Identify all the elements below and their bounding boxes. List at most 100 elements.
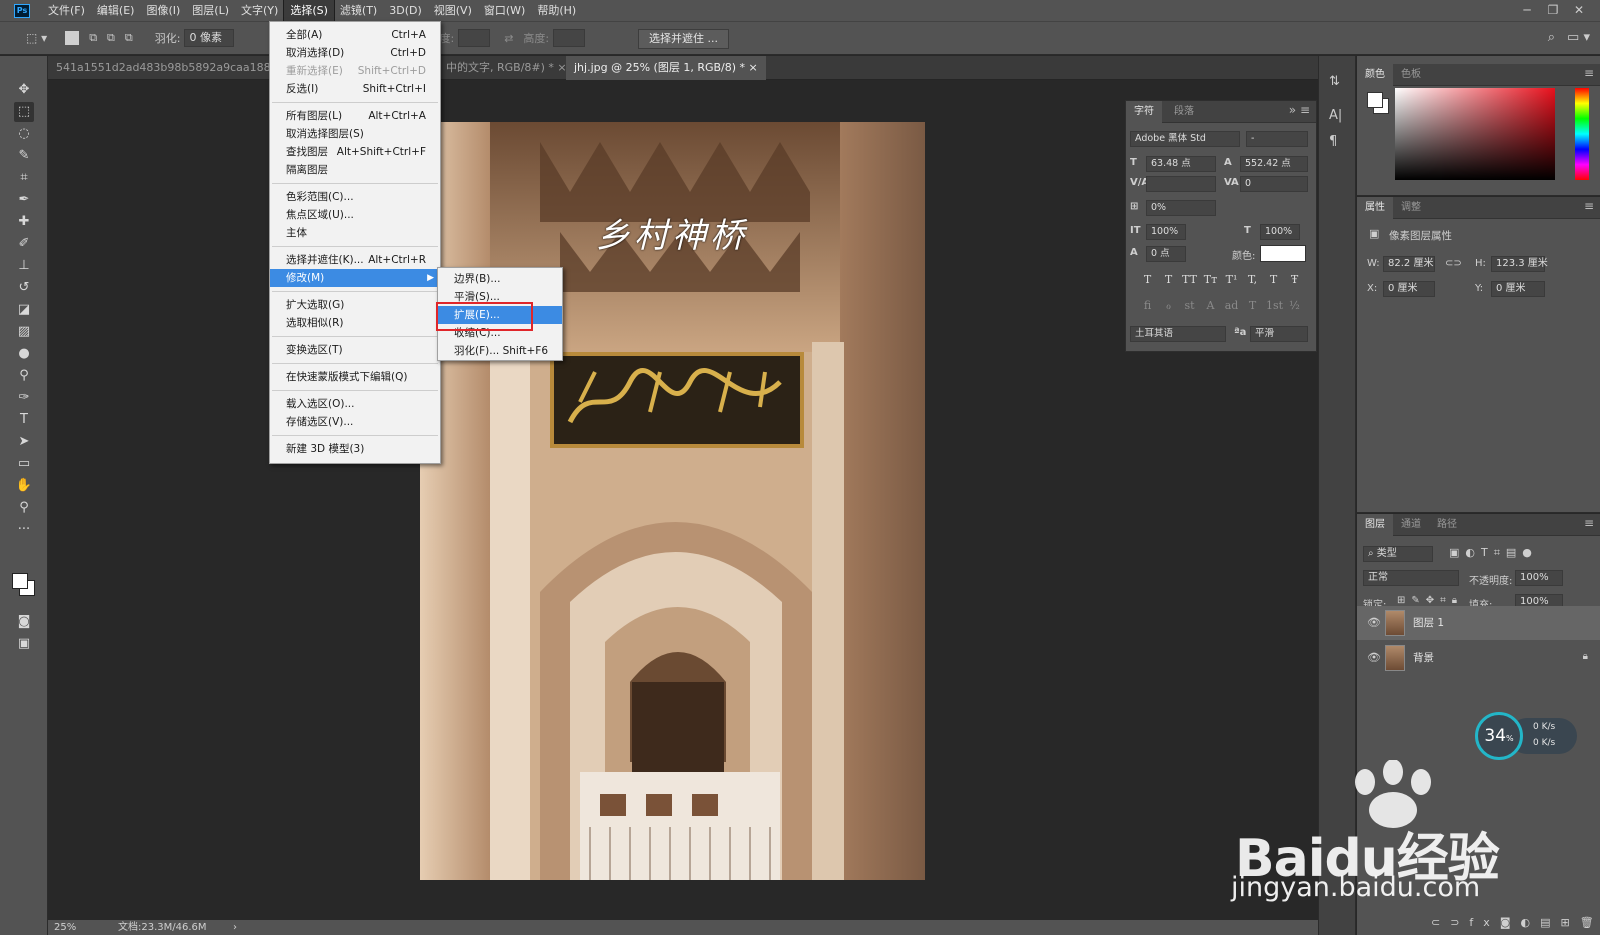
- modify-submenu-item[interactable]: 边界(B)...: [438, 270, 562, 288]
- marquee-tool-icon[interactable]: ⬚: [14, 102, 34, 122]
- y-field[interactable]: 0 厘米: [1491, 281, 1545, 297]
- tab-properties[interactable]: 属性: [1357, 197, 1393, 219]
- blend-mode-select[interactable]: 正常: [1363, 570, 1459, 586]
- panel-menu-icon[interactable]: » ≡: [1289, 103, 1310, 117]
- foreground-color-swatch[interactable]: [12, 573, 28, 589]
- swap-icon[interactable]: ⇄: [504, 32, 513, 45]
- layer-row-layer1[interactable]: 👁︎ 图层 1: [1357, 606, 1600, 640]
- properties-menu-icon[interactable]: ≡: [1584, 199, 1594, 213]
- tab-color[interactable]: 颜色: [1357, 64, 1393, 86]
- select-menu-item[interactable]: 选取相似(R): [270, 314, 440, 332]
- select-menu-item[interactable]: 修改(M) ▶: [270, 269, 440, 287]
- language-select[interactable]: 土耳其语: [1130, 326, 1226, 342]
- color-picker-field[interactable]: [1395, 88, 1555, 180]
- menu-item-4[interactable]: 文字(Y): [235, 0, 284, 21]
- text-format-button[interactable]: Tт: [1203, 273, 1218, 286]
- link-icon[interactable]: ⊂⊃: [1445, 258, 1462, 269]
- add-selection-icon[interactable]: ⧉: [89, 31, 97, 45]
- dodge-tool-icon[interactable]: ⚲: [14, 366, 34, 386]
- opentype-button[interactable]: ℴ: [1161, 299, 1176, 312]
- menu-item-1[interactable]: 编辑(E): [91, 0, 141, 21]
- horizontal-scale-input[interactable]: 100%: [1260, 224, 1300, 240]
- new-selection-icon[interactable]: [65, 31, 80, 45]
- font-family-select[interactable]: Adobe 黑体 Std: [1130, 131, 1240, 147]
- subtract-selection-icon[interactable]: ⧉: [107, 31, 115, 45]
- text-format-button[interactable]: T¹: [1224, 273, 1239, 286]
- font-style-select[interactable]: -: [1246, 131, 1308, 147]
- layer-filter-icons[interactable]: ▣◐T⌗▤●: [1449, 546, 1538, 560]
- more-tools-icon[interactable]: ···: [14, 520, 34, 540]
- menu-item-2[interactable]: 图像(I): [140, 0, 186, 21]
- text-format-button[interactable]: T: [1140, 273, 1155, 286]
- brush-tool-icon[interactable]: ✐: [14, 234, 34, 254]
- text-format-button[interactable]: Ŧ: [1287, 273, 1302, 286]
- lasso-tool-icon[interactable]: ◌: [14, 124, 34, 144]
- select-menu-item[interactable]: 主体: [270, 224, 440, 242]
- layer-row-background[interactable]: 👁︎ 背景 🔒︎: [1357, 641, 1600, 675]
- width-field[interactable]: 82.2 厘米: [1383, 256, 1435, 272]
- select-menu-item[interactable]: 在快速蒙版模式下编辑(Q): [270, 368, 440, 386]
- antialias-select[interactable]: 平滑: [1250, 326, 1308, 342]
- screen-mode-icon[interactable]: ▣: [14, 634, 34, 654]
- select-menu-item[interactable]: 重新选择(E) Shift+Ctrl+D: [270, 62, 440, 80]
- select-menu-item[interactable]: 反选(I) Shift+Ctrl+I: [270, 80, 440, 98]
- quick-mask-icon[interactable]: ◙: [14, 612, 34, 632]
- select-menu-item[interactable]: 色彩范围(C)...: [270, 188, 440, 206]
- tab-layers[interactable]: 图层: [1357, 514, 1393, 536]
- visibility-eye-icon[interactable]: 👁︎: [1367, 651, 1381, 664]
- tab-channels[interactable]: 通道: [1393, 514, 1429, 536]
- select-menu-item[interactable]: 存储选区(V)...: [270, 413, 440, 431]
- tab-text-document[interactable]: 中的文字, RGB/8#) * ×: [438, 56, 575, 80]
- healing-tool-icon[interactable]: ✚: [14, 212, 34, 232]
- close-icon[interactable]: ✕: [1566, 0, 1592, 21]
- text-format-button[interactable]: T,: [1245, 273, 1260, 286]
- select-menu-item[interactable]: 新建 3D 模型(3): [270, 440, 440, 458]
- tab-character[interactable]: 字符: [1126, 101, 1162, 123]
- opentype-button[interactable]: A: [1203, 299, 1218, 312]
- quick-select-tool-icon[interactable]: ✎: [14, 146, 34, 166]
- pen-tool-icon[interactable]: ✑: [14, 388, 34, 408]
- opentype-button[interactable]: fi: [1140, 299, 1155, 312]
- leading-input[interactable]: 552.42 点: [1240, 156, 1308, 172]
- select-and-mask-button[interactable]: 选择并遮住 ...: [638, 29, 729, 49]
- menu-item-10[interactable]: 帮助(H): [531, 0, 582, 21]
- hand-tool-icon[interactable]: ✋: [14, 476, 34, 496]
- menu-item-0[interactable]: 文件(F): [42, 0, 91, 21]
- restore-icon[interactable]: ❐: [1540, 0, 1566, 21]
- select-menu-item[interactable]: 取消选择图层(S): [270, 125, 440, 143]
- opentype-button[interactable]: 1st: [1266, 299, 1283, 312]
- move-tool-icon[interactable]: ✥: [14, 80, 34, 100]
- height-field[interactable]: 123.3 厘米: [1491, 256, 1548, 272]
- select-menu-item[interactable]: 载入选区(O)...: [270, 395, 440, 413]
- layers-menu-icon[interactable]: ≡: [1584, 516, 1594, 530]
- select-menu-item[interactable]: 变换选区(T): [270, 341, 440, 359]
- opentype-button[interactable]: T: [1245, 299, 1260, 312]
- opentype-button[interactable]: st: [1182, 299, 1197, 312]
- layer-footer-icons[interactable]: ⊂⊃fx◙◐▤⊞🗑︎: [1431, 916, 1600, 929]
- layer-filter-select[interactable]: ⌕ 类型: [1363, 546, 1433, 562]
- eyedropper-tool-icon[interactable]: ✒: [14, 190, 34, 210]
- menu-item-3[interactable]: 图层(L): [186, 0, 235, 21]
- eraser-tool-icon[interactable]: ◪: [14, 300, 34, 320]
- visibility-eye-icon[interactable]: 👁︎: [1367, 616, 1381, 629]
- lock-icons[interactable]: ⊞✎✥⌗🔒︎: [1397, 595, 1463, 606]
- gradient-tool-icon[interactable]: ▨: [14, 322, 34, 342]
- tab-jhj-document[interactable]: jhj.jpg @ 25% (图层 1, RGB/8) * ×: [566, 56, 766, 80]
- opentype-button[interactable]: ½: [1287, 299, 1302, 312]
- menu-item-8[interactable]: 视图(V): [428, 0, 478, 21]
- select-menu-item[interactable]: 扩大选取(G): [270, 296, 440, 314]
- zoom-tool-icon[interactable]: ⚲: [14, 498, 34, 518]
- text-color-swatch[interactable]: [1260, 245, 1306, 262]
- font-size-input[interactable]: 63.48 点: [1146, 156, 1216, 172]
- status-arrow-icon[interactable]: ›: [233, 920, 237, 935]
- menu-item-6[interactable]: 滤镜(T): [334, 0, 383, 21]
- opentype-button[interactable]: ad: [1224, 299, 1239, 312]
- select-menu-item[interactable]: 焦点区域(U)...: [270, 206, 440, 224]
- vertical-scale-input[interactable]: 100%: [1146, 224, 1186, 240]
- select-menu-item[interactable]: 查找图层 Alt+Shift+Ctrl+F: [270, 143, 440, 161]
- blur-tool-icon[interactable]: ●: [14, 344, 34, 364]
- color-fg-swatch[interactable]: [1367, 92, 1383, 108]
- baseline-input[interactable]: 0 点: [1146, 246, 1186, 262]
- x-field[interactable]: 0 厘米: [1383, 281, 1435, 297]
- kerning-input[interactable]: [1146, 176, 1216, 192]
